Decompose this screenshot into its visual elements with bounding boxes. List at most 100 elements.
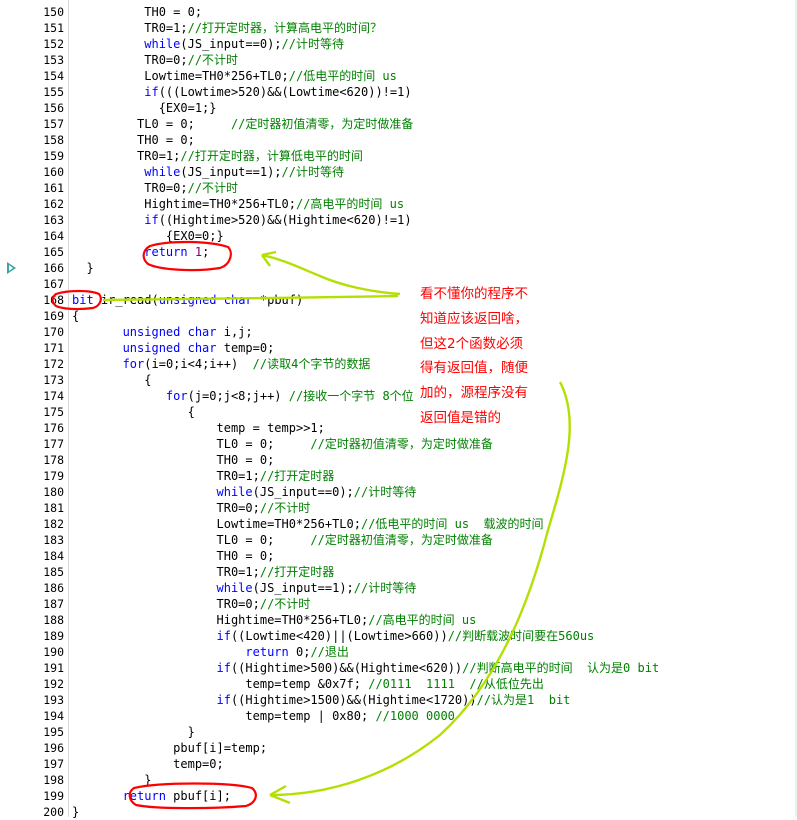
code-text[interactable]: if((Lowtime<420)||(Lowtime>660))//判断载波时间… bbox=[72, 628, 595, 644]
code-line[interactable]: 195 } bbox=[0, 724, 797, 740]
code-line[interactable]: 159 TR0=1;//打开定时器，计算低电平的时间 bbox=[0, 148, 797, 164]
code-text[interactable]: } bbox=[72, 804, 79, 820]
code-text[interactable]: TR0=1;//打开定时器，计算高电平的时间？ bbox=[72, 20, 382, 36]
code-text[interactable]: while(JS_input==0);//计时等待 bbox=[72, 484, 417, 500]
code-text[interactable]: TL0 = 0; //定时器初值清零，为定时做准备 bbox=[72, 116, 413, 132]
code-text[interactable]: { bbox=[72, 404, 195, 420]
code-text[interactable]: temp=temp | 0x80; //1000 0000 bbox=[72, 708, 455, 724]
code-text[interactable]: TR0=1;//打开定时器 bbox=[72, 564, 334, 580]
code-line[interactable]: 190 return 0;//退出 bbox=[0, 644, 797, 660]
code-line[interactable]: 155 if(((Lowtime>520)&&(Lowtime<620))!=1… bbox=[0, 84, 797, 100]
code-text[interactable]: temp = temp>>1; bbox=[72, 420, 324, 436]
code-text[interactable]: TR0=0;//不计时 bbox=[72, 596, 310, 612]
code-line[interactable]: 176 temp = temp>>1; bbox=[0, 420, 797, 436]
code-line[interactable]: 165 return 1; bbox=[0, 244, 797, 260]
code-line[interactable]: 167 bbox=[0, 276, 797, 292]
code-text[interactable]: TH0 = 0; bbox=[72, 132, 195, 148]
code-text[interactable]: } bbox=[72, 724, 195, 740]
code-text[interactable]: temp=temp &0x7f; //0111 1111 //从低位先出 bbox=[72, 676, 543, 692]
code-line[interactable]: 153 TR0=0;//不计时 bbox=[0, 52, 797, 68]
code-text[interactable]: TR0=0;//不计时 bbox=[72, 180, 238, 196]
code-text[interactable]: TH0 = 0; bbox=[72, 452, 274, 468]
code-line[interactable]: 150 TH0 = 0; bbox=[0, 4, 797, 20]
code-text[interactable]: {EX0=1;} bbox=[72, 100, 217, 116]
code-line[interactable]: 151 TR0=1;//打开定时器，计算高电平的时间？ bbox=[0, 20, 797, 36]
code-text[interactable]: {EX0=0;} bbox=[72, 228, 224, 244]
code-text[interactable]: return 0;//退出 bbox=[72, 644, 349, 660]
code-text[interactable]: while(JS_input==1);//计时等待 bbox=[72, 164, 344, 180]
code-text[interactable]: { bbox=[72, 308, 79, 324]
code-text[interactable]: TH0 = 0; bbox=[72, 548, 274, 564]
code-line[interactable]: 189 if((Lowtime<420)||(Lowtime>660))//判断… bbox=[0, 628, 797, 644]
code-text[interactable]: TR0=1;//打开定时器，计算低电平的时间 bbox=[72, 148, 363, 164]
code-text[interactable]: Hightime=TH0*256+TL0;//高电平的时间 us bbox=[72, 612, 476, 628]
code-line[interactable]: 191 if((Hightime>500)&&(Hightime<620))//… bbox=[0, 660, 797, 676]
code-text[interactable]: { bbox=[72, 372, 151, 388]
code-line[interactable]: 156 {EX0=1;} bbox=[0, 100, 797, 116]
code-text[interactable]: TR0=0;//不计时 bbox=[72, 500, 310, 516]
code-text[interactable]: Lowtime=TH0*256+TL0;//低电平的时间 us 载波的时间 bbox=[72, 516, 543, 532]
code-line[interactable]: 173 { bbox=[0, 372, 797, 388]
code-line[interactable]: 157 TL0 = 0; //定时器初值清零，为定时做准备 bbox=[0, 116, 797, 132]
code-line[interactable]: 200} bbox=[0, 804, 797, 820]
code-text[interactable]: temp=0; bbox=[72, 756, 224, 772]
code-line[interactable]: 197 temp=0; bbox=[0, 756, 797, 772]
code-text[interactable]: TL0 = 0; //定时器初值清零，为定时做准备 bbox=[72, 436, 492, 452]
code-text[interactable]: if((Hightime>1500)&&(Hightime<1720))//认为… bbox=[72, 692, 571, 708]
code-text[interactable]: pbuf[i]=temp; bbox=[72, 740, 267, 756]
code-text[interactable]: unsigned char temp=0; bbox=[72, 340, 275, 356]
code-line[interactable]: 185 TR0=1;//打开定时器 bbox=[0, 564, 797, 580]
code-text[interactable]: } bbox=[72, 260, 93, 276]
code-line[interactable]: 183 TL0 = 0; //定时器初值清零，为定时做准备 bbox=[0, 532, 797, 548]
code-line[interactable]: 186 while(JS_input==1);//计时等待 bbox=[0, 580, 797, 596]
code-line[interactable]: 164 {EX0=0;} bbox=[0, 228, 797, 244]
code-text[interactable]: bit ir_read(unsigned char *pbuf) bbox=[72, 292, 303, 308]
code-text[interactable]: while(JS_input==1);//计时等待 bbox=[72, 580, 417, 596]
code-line[interactable]: 192 temp=temp &0x7f; //0111 1111 //从低位先出 bbox=[0, 676, 797, 692]
code-line[interactable]: 188 Hightime=TH0*256+TL0;//高电平的时间 us bbox=[0, 612, 797, 628]
code-text[interactable]: } bbox=[72, 772, 151, 788]
code-line[interactable]: 187 TR0=0;//不计时 bbox=[0, 596, 797, 612]
code-text[interactable]: return pbuf[i]; bbox=[72, 788, 231, 804]
code-line[interactable]: 180 while(JS_input==0);//计时等待 bbox=[0, 484, 797, 500]
code-text[interactable]: if((Hightime>520)&&(Hightime<620)!=1) bbox=[72, 212, 411, 228]
code-line[interactable]: 178 TH0 = 0; bbox=[0, 452, 797, 468]
code-text[interactable]: TH0 = 0; bbox=[72, 4, 202, 20]
code-text[interactable]: Lowtime=TH0*256+TL0;//低电平的时间 us bbox=[72, 68, 397, 84]
code-line[interactable]: 181 TR0=0;//不计时 bbox=[0, 500, 797, 516]
code-line[interactable]: 184 TH0 = 0; bbox=[0, 548, 797, 564]
code-line[interactable]: 182 Lowtime=TH0*256+TL0;//低电平的时间 us 载波的时… bbox=[0, 516, 797, 532]
code-text[interactable]: unsigned char i,j; bbox=[72, 324, 253, 340]
code-line[interactable]: 160 while(JS_input==1);//计时等待 bbox=[0, 164, 797, 180]
code-text[interactable]: for(j=0;j<8;j++) //接收一个字节 8个位 bbox=[72, 388, 414, 404]
code-line[interactable]: 154 Lowtime=TH0*256+TL0;//低电平的时间 us bbox=[0, 68, 797, 84]
code-line[interactable]: 199 return pbuf[i]; bbox=[0, 788, 797, 804]
code-line[interactable]: 174 for(j=0;j<8;j++) //接收一个字节 8个位 bbox=[0, 388, 797, 404]
code-line[interactable]: 162 Hightime=TH0*256+TL0;//高电平的时间 us bbox=[0, 196, 797, 212]
code-line[interactable]: 166 } bbox=[0, 260, 797, 276]
code-text[interactable]: for(i=0;i<4;i++) //读取4个字节的数据 bbox=[72, 356, 371, 372]
code-text[interactable]: Hightime=TH0*256+TL0;//高电平的时间 us bbox=[72, 196, 404, 212]
code-line[interactable]: 193 if((Hightime>1500)&&(Hightime<1720))… bbox=[0, 692, 797, 708]
code-line[interactable]: 194 temp=temp | 0x80; //1000 0000 bbox=[0, 708, 797, 724]
code-text[interactable]: TL0 = 0; //定时器初值清零，为定时做准备 bbox=[72, 532, 492, 548]
code-line[interactable]: 196 pbuf[i]=temp; bbox=[0, 740, 797, 756]
code-text[interactable]: TR0=0;//不计时 bbox=[72, 52, 238, 68]
code-line[interactable]: 177 TL0 = 0; //定时器初值清零，为定时做准备 bbox=[0, 436, 797, 452]
code-editor[interactable]: 150 TH0 = 0; 151 TR0=1;//打开定时器，计算高电平的时间？ 1… bbox=[0, 0, 797, 820]
code-line[interactable]: 161 TR0=0;//不计时 bbox=[0, 180, 797, 196]
code-line[interactable]: 198 } bbox=[0, 772, 797, 788]
code-text[interactable]: while(JS_input==0);//计时等待 bbox=[72, 36, 344, 52]
code-line[interactable]: 172 for(i=0;i<4;i++) //读取4个字节的数据 bbox=[0, 356, 797, 372]
code-line[interactable]: 168 bit ir_read(unsigned char *pbuf) bbox=[0, 292, 797, 308]
code-line[interactable]: 171 unsigned char temp=0; bbox=[0, 340, 797, 356]
code-line[interactable]: 152 while(JS_input==0);//计时等待 bbox=[0, 36, 797, 52]
code-line[interactable]: 158 TH0 = 0; bbox=[0, 132, 797, 148]
code-line[interactable]: 163 if((Hightime>520)&&(Hightime<620)!=1… bbox=[0, 212, 797, 228]
code-text[interactable]: if(((Lowtime>520)&&(Lowtime<620))!=1) bbox=[72, 84, 411, 100]
code-line[interactable]: 175 { bbox=[0, 404, 797, 420]
code-text[interactable]: TR0=1;//打开定时器 bbox=[72, 468, 334, 484]
code-line[interactable]: 170 unsigned char i,j; bbox=[0, 324, 797, 340]
code-line[interactable]: 179 TR0=1;//打开定时器 bbox=[0, 468, 797, 484]
code-text[interactable]: if((Hightime>500)&&(Hightime<620))//判断高电… bbox=[72, 660, 660, 676]
